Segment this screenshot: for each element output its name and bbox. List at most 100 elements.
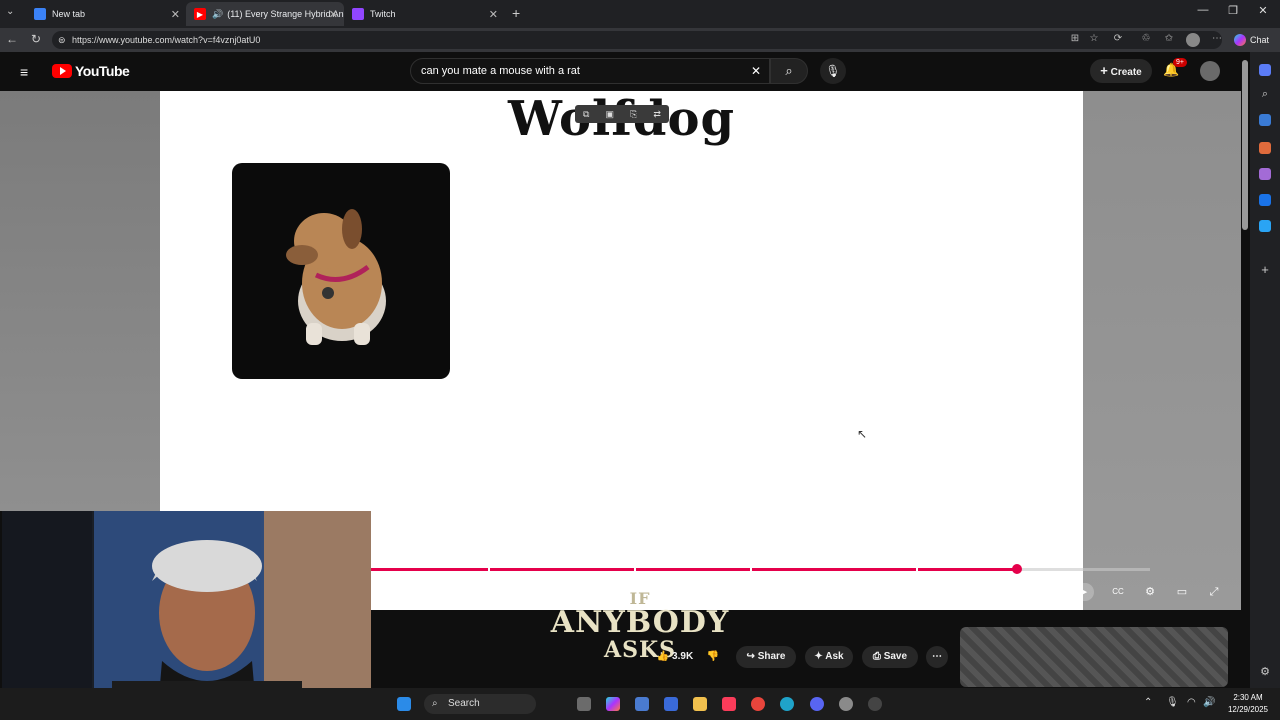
translate-icon[interactable]: ⇄: [653, 109, 661, 120]
back-icon[interactable]: ←: [4, 32, 20, 46]
app-icon[interactable]: [839, 697, 853, 711]
sidebar-settings-gear-icon[interactable]: ⚙: [1259, 666, 1271, 678]
sparkle-icon: ✦: [814, 651, 823, 662]
close-icon[interactable]: ✕: [329, 8, 338, 21]
youtube-logo-icon[interactable]: [52, 64, 72, 78]
avatar[interactable]: [1200, 61, 1220, 81]
taskbar-search[interactable]: ⌕ Search: [424, 694, 536, 714]
tab-label: (11) Every Strange Hybrid An: [227, 9, 344, 19]
tab-twitch[interactable]: Twitch ✕: [344, 2, 504, 26]
notification-badge: 9+: [1173, 58, 1187, 67]
more-icon[interactable]: ⋯: [1210, 33, 1224, 47]
wifi-icon[interactable]: ◠: [1187, 697, 1196, 708]
taskbar-clock[interactable]: 2:30 AM 12/29/2025: [1218, 692, 1278, 716]
tab-new-tab[interactable]: New tab ✕: [26, 2, 186, 26]
profile-icon[interactable]: [1186, 33, 1200, 47]
video-overlay-toolbar: ⧉ ▣ ⎘ ⇄: [575, 105, 669, 123]
music-icon[interactable]: [722, 697, 736, 711]
new-tab-icon: [34, 8, 46, 20]
edge-icon[interactable]: [780, 697, 794, 711]
tray-chevron-icon[interactable]: ⌃: [1144, 697, 1152, 708]
search-icon: ⌕: [432, 698, 438, 709]
file-explorer-icon[interactable]: [693, 697, 707, 711]
tab-list-icon[interactable]: ⌄: [6, 6, 14, 17]
clock-time: 2:30 AM: [1233, 693, 1263, 702]
favorite-star-icon[interactable]: ☆: [1087, 33, 1101, 47]
share-button[interactable]: ↪ Share: [736, 646, 796, 668]
twitch-icon: [352, 8, 364, 20]
new-tab-button[interactable]: +: [512, 5, 520, 21]
telegram-icon[interactable]: [1259, 220, 1271, 232]
copy-icon[interactable]: ⎘: [630, 109, 637, 120]
plus-icon: +: [1100, 63, 1108, 78]
voice-search-button[interactable]: 🎙: [820, 58, 846, 84]
close-window-icon[interactable]: ✕: [1248, 4, 1278, 17]
search-input[interactable]: can you mate a mouse with a rat ✕: [410, 58, 770, 84]
dislike-button[interactable]: 👎: [702, 646, 724, 668]
restore-icon[interactable]: ❐: [1218, 4, 1248, 17]
settings-icon[interactable]: [635, 697, 649, 711]
ask-button[interactable]: ✦ Ask: [805, 646, 853, 668]
thumbs-down-icon: 👎: [706, 651, 720, 662]
task-view-icon[interactable]: [577, 697, 591, 711]
search-icon[interactable]: ⌕: [1259, 88, 1271, 100]
speaker-icon[interactable]: 🔊: [212, 9, 223, 20]
like-count: 3.9K: [672, 651, 694, 662]
split-screen-icon[interactable]: ⊞: [1068, 33, 1082, 47]
discord-icon[interactable]: [810, 697, 824, 711]
create-label: Create: [1110, 67, 1142, 78]
edge-sidebar: ⌕ + ⚙: [1250, 52, 1280, 688]
close-icon[interactable]: ✕: [171, 8, 180, 21]
ask-label: Ask: [825, 651, 844, 662]
chrome-icon[interactable]: [751, 697, 765, 711]
create-button[interactable]: + Create: [1090, 59, 1152, 83]
favorites-icon[interactable]: ✩: [1162, 33, 1176, 47]
windows-start-icon[interactable]: [397, 697, 411, 711]
save-button[interactable]: ⎙ Save: [862, 646, 918, 668]
copilot-icon[interactable]: [606, 697, 620, 711]
browser-essentials-icon[interactable]: ♲: [1139, 33, 1153, 47]
mic-icon: 🎙: [825, 64, 841, 78]
copilot-chat-button[interactable]: Chat: [1234, 32, 1269, 48]
url-text: https://www.youtube.com/watch?v=f4vznj0a…: [72, 35, 261, 45]
video-letterbox-left: [0, 91, 160, 511]
menu-icon[interactable]: ≡: [20, 64, 28, 80]
extensions-icon[interactable]: ⟳: [1111, 33, 1125, 47]
like-button[interactable]: 👍 3.9K: [650, 646, 700, 668]
outlook-icon[interactable]: [1259, 194, 1271, 206]
games-icon[interactable]: [1259, 168, 1271, 180]
search-icon: ⌕: [785, 63, 793, 78]
bookmark-icon: ⎙: [872, 651, 881, 662]
minimize-icon[interactable]: —: [1188, 4, 1218, 16]
youtube-logo-text[interactable]: YouTube: [75, 63, 130, 79]
clock-date: 12/29/2025: [1227, 705, 1269, 714]
site-info-icon[interactable]: ⊜: [58, 31, 66, 49]
store-icon[interactable]: [664, 697, 678, 711]
volume-icon[interactable]: 🔊: [1203, 697, 1215, 708]
search-value: can you mate a mouse with a rat: [421, 65, 580, 77]
windows-taskbar: ⌕ Search ⌃ 🎙 ◠ 🔊 2:30 AM 12/29/2025: [0, 688, 1280, 720]
video-letterbox-right: [1083, 91, 1241, 610]
close-icon[interactable]: ✕: [489, 8, 498, 21]
url-field[interactable]: ⊜ https://www.youtube.com/watch?v=f4vznj…: [52, 31, 1222, 49]
tools-icon[interactable]: [1259, 142, 1271, 154]
youtube-header: ≡ YouTube can you mate a mouse with a ra…: [0, 52, 1242, 91]
mic-tray-icon[interactable]: 🎙: [1166, 697, 1179, 708]
search-button[interactable]: ⌕: [770, 58, 808, 84]
tab-youtube[interactable]: ▶ 🔊 (11) Every Strange Hybrid An ✕: [186, 2, 344, 26]
media-player-icon[interactable]: [868, 697, 882, 711]
recommended-video-thumbnail[interactable]: [960, 627, 1228, 687]
page-scrollbar[interactable]: [1242, 60, 1248, 230]
clear-search-icon[interactable]: ✕: [751, 59, 761, 83]
cast-icon[interactable]: ▣: [606, 109, 615, 120]
pip-icon[interactable]: ⧉: [583, 109, 589, 120]
more-actions-button[interactable]: ⋯: [926, 646, 948, 668]
refresh-icon[interactable]: ↻: [28, 32, 44, 46]
tab-label: New tab: [52, 9, 86, 19]
youtube-icon: ▶: [194, 8, 206, 20]
add-sidebar-icon[interactable]: +: [1259, 263, 1271, 276]
save-label: Save: [883, 651, 908, 662]
copilot-sidebar-icon[interactable]: [1259, 64, 1271, 76]
shopping-icon[interactable]: [1259, 114, 1271, 126]
mouse-cursor-icon: ↖: [857, 427, 868, 441]
